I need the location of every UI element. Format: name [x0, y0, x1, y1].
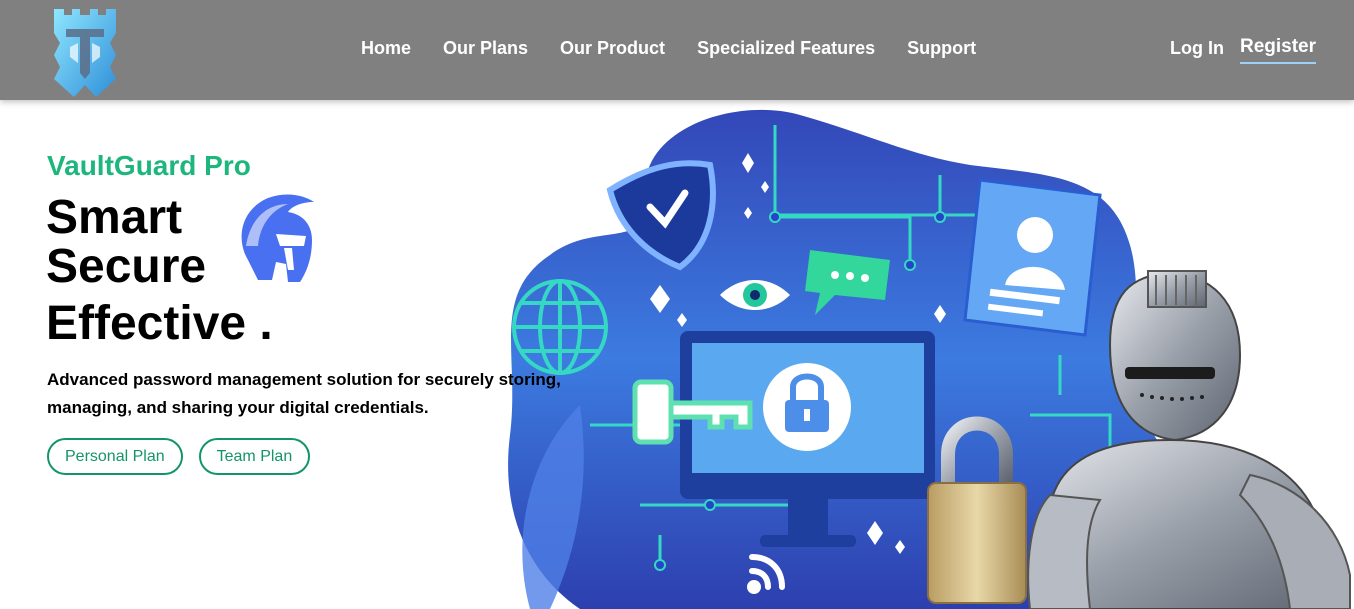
headline-smart: Smart	[46, 191, 183, 244]
nav-our-plans[interactable]: Our Plans	[427, 38, 544, 59]
top-navbar: Home Our Plans Our Product Specialized F…	[0, 0, 1354, 100]
globe-icon	[512, 279, 608, 375]
headline-effective: Effective .	[46, 297, 273, 350]
headline-secure: Secure	[46, 240, 207, 293]
nav-our-product[interactable]: Our Product	[544, 38, 681, 59]
plan-buttons: Personal Plan Team Plan	[47, 438, 311, 475]
brand-name: VaultGuard Pro	[47, 150, 251, 181]
user-card-icon	[963, 178, 1102, 337]
team-plan-button[interactable]: Team Plan	[198, 438, 311, 475]
nav-home[interactable]: Home	[345, 38, 427, 59]
personal-plan-button[interactable]: Personal Plan	[47, 438, 183, 475]
spartan-helmet-icon	[241, 194, 314, 282]
login-link[interactable]: Log In	[1170, 38, 1224, 59]
nav-specialized-features[interactable]: Specialized Features	[681, 38, 891, 59]
auth-links: Log In Register	[1170, 36, 1316, 64]
nav-support[interactable]: Support	[891, 38, 992, 59]
hero-description: Advanced password management solution fo…	[47, 370, 561, 417]
landing-page: Home Our Plans Our Product Specialized F…	[0, 0, 1354, 609]
security-illustration	[508, 109, 1351, 609]
register-link[interactable]: Register	[1239, 36, 1316, 64]
castle-helmet-logo-icon[interactable]	[50, 3, 120, 99]
main-nav: Home Our Plans Our Product Specialized F…	[345, 38, 992, 59]
